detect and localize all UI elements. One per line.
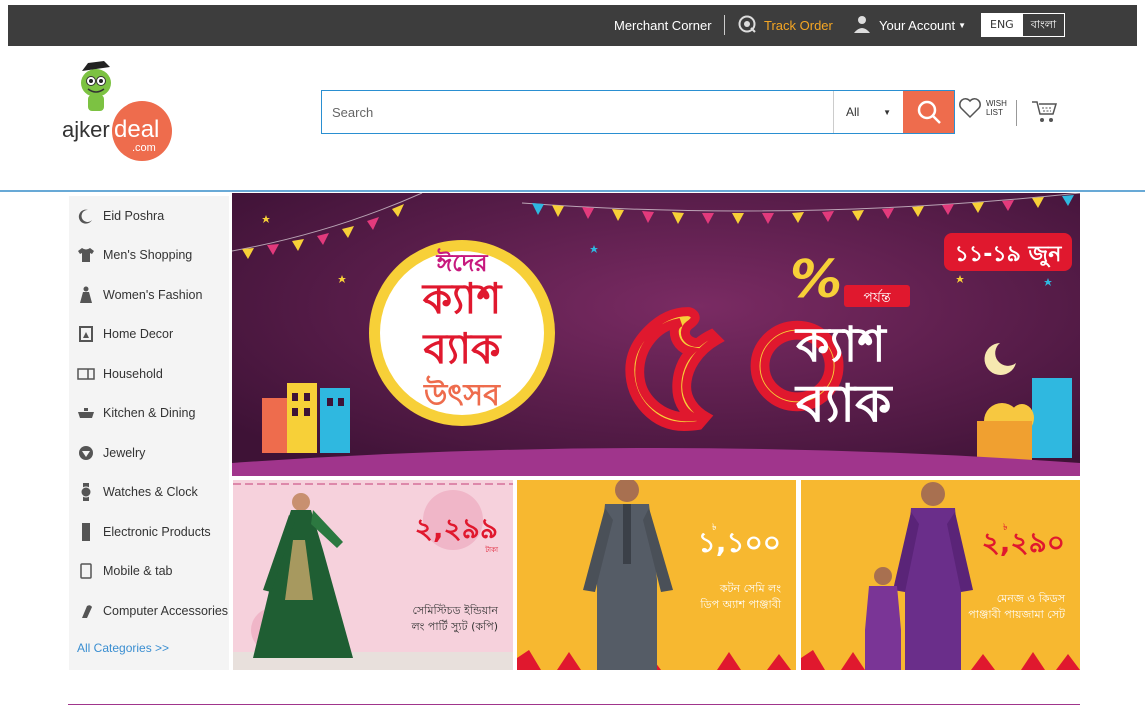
- svg-text:ক্যাশ: ক্যাশ: [421, 274, 504, 323]
- kitchen-icon: [77, 404, 95, 422]
- shirt-icon: [77, 246, 95, 264]
- merchant-corner-link[interactable]: Merchant Corner: [614, 5, 712, 46]
- search-category-select[interactable]: All ▼: [833, 91, 903, 133]
- sidebar-item-household[interactable]: Household: [69, 354, 229, 394]
- svg-text:ব্যাক: ব্যাক: [421, 324, 502, 373]
- diamond-icon: [77, 444, 95, 462]
- mouse-icon: [77, 602, 95, 620]
- tile3-price: ২,২৯০: [982, 526, 1065, 559]
- heart-icon: [959, 98, 981, 119]
- tile1-price: ২,২৯৯: [415, 512, 498, 545]
- tile3-currency: ৳: [1003, 523, 1008, 533]
- cart-icon: [1032, 101, 1058, 122]
- user-icon: [853, 15, 871, 36]
- section-divider: [68, 704, 1080, 705]
- search-icon: [917, 100, 941, 124]
- sidebar-item-watches-clock[interactable]: Watches & Clock: [69, 473, 229, 513]
- search-input[interactable]: [322, 91, 833, 133]
- all-categories-link[interactable]: All Categories >>: [69, 631, 229, 665]
- svg-text:উৎসব: উৎসব: [423, 375, 501, 413]
- tile2-desc-line1: কটন সেমি লং: [719, 582, 781, 595]
- sidebar-item-home-decor[interactable]: Home Decor: [69, 315, 229, 355]
- cash-label: ক্যাশ: [794, 317, 887, 373]
- caret-down-icon: ▼: [958, 21, 967, 30]
- caret-down-icon: ▼: [883, 107, 891, 117]
- wishlist-button[interactable]: WISH LIST: [958, 97, 1007, 119]
- sidebar-item-kitchen-dining[interactable]: Kitchen & Dining: [69, 394, 229, 434]
- tile1-desc-line2: লং পার্টি স্যুট (কপি): [410, 620, 498, 633]
- percent-sign: %: [790, 250, 842, 310]
- search-bar: All ▼: [321, 90, 955, 134]
- your-account-label: Your Account: [879, 18, 956, 33]
- divider: [724, 15, 725, 35]
- promo-tile-1[interactable]: ২,২৯৯ টাকা সেমিস্টিচড ইন্ডিয়ান লং পার্ট…: [233, 480, 513, 670]
- logo-text-deal: deal: [114, 116, 159, 143]
- header-divider: [0, 190, 1145, 192]
- cart-button[interactable]: [1030, 98, 1058, 129]
- logo-text-ajker: ajker: [62, 117, 110, 142]
- top-bar: Merchant Corner Track Order Your Account…: [8, 5, 1137, 46]
- sidebar-item-womens-fashion[interactable]: Women's Fashion: [69, 275, 229, 315]
- dress-icon: [77, 286, 95, 304]
- sidebar-item-mobile-tab[interactable]: Mobile & tab: [69, 552, 229, 592]
- promo-tile-3[interactable]: ২,২৯০ ৳ মেনজ ও কিডস পাঞ্জাবী পায়জামা সে…: [801, 480, 1080, 670]
- svg-text:ঈদের: ঈদের: [435, 248, 488, 277]
- logo-text-com: .com: [132, 142, 156, 154]
- back-label: ব্যাক: [794, 374, 893, 434]
- tile3-desc-line1: মেনজ ও কিডস: [997, 592, 1066, 605]
- search-button[interactable]: [903, 91, 954, 133]
- track-order-label: Track Order: [764, 18, 833, 33]
- sidebar-item-electronic-products[interactable]: Electronic Products: [69, 512, 229, 552]
- lang-eng-button[interactable]: ENG: [982, 14, 1022, 36]
- track-icon: [738, 15, 756, 36]
- hero-banner[interactable]: ঈদের ক্যাশ ব্যাক উৎসব ৫০ % পর্যন্ত ক্যাশ…: [232, 193, 1080, 476]
- date-label: ১১-১৯ জুন: [955, 242, 1063, 269]
- mobile-icon: [77, 562, 95, 580]
- promo-tile-2[interactable]: ১,১০০ ৳ কটন সেমি লং ডিপ অ্যাশ পাঞ্জাবী: [517, 480, 796, 670]
- language-switch: ENG বাংলা: [981, 13, 1066, 37]
- sidebar-item-jewelry[interactable]: Jewelry: [69, 433, 229, 473]
- track-order-link[interactable]: Track Order: [738, 5, 833, 46]
- tile2-desc-line2: ডিপ অ্যাশ পাঞ্জাবী: [699, 598, 781, 611]
- sidebar-item-eid-poshra[interactable]: Eid Poshra: [69, 196, 229, 236]
- tile2-currency: ৳: [712, 523, 717, 533]
- eid-cashback-badge: ঈদের ক্যাশ ব্যাক উৎসব: [369, 240, 555, 426]
- upto-label: পর্যন্ত: [863, 289, 891, 306]
- search-category-value: All: [846, 105, 860, 119]
- tile2-price: ১,১০০: [698, 526, 781, 559]
- category-sidebar: Eid Poshra Men's Shopping Women's Fashio…: [69, 196, 229, 670]
- watch-icon: [77, 483, 95, 502]
- frame-icon: [77, 325, 95, 343]
- tile3-desc-line2: পাঞ্জাবী পায়জামা সেট: [968, 608, 1066, 621]
- your-account-menu[interactable]: Your Account ▼: [853, 5, 966, 46]
- wishlist-label: WISH LIST: [986, 99, 1007, 117]
- lang-bn-button[interactable]: বাংলা: [1021, 14, 1064, 36]
- sidebar-item-mens-shopping[interactable]: Men's Shopping: [69, 236, 229, 276]
- sidebar-item-computer-accessories[interactable]: Computer Accessories: [69, 591, 229, 631]
- device-icon: [77, 522, 95, 541]
- tile1-currency: টাকা: [484, 545, 499, 554]
- divider: [1016, 100, 1017, 126]
- cabinet-icon: [77, 365, 95, 383]
- ajkerdeal-logo[interactable]: ajker deal .com: [60, 55, 172, 165]
- tile1-desc-line1: সেমিস্টিচড ইন্ডিয়ান: [412, 604, 498, 617]
- crescent-icon: [77, 207, 95, 225]
